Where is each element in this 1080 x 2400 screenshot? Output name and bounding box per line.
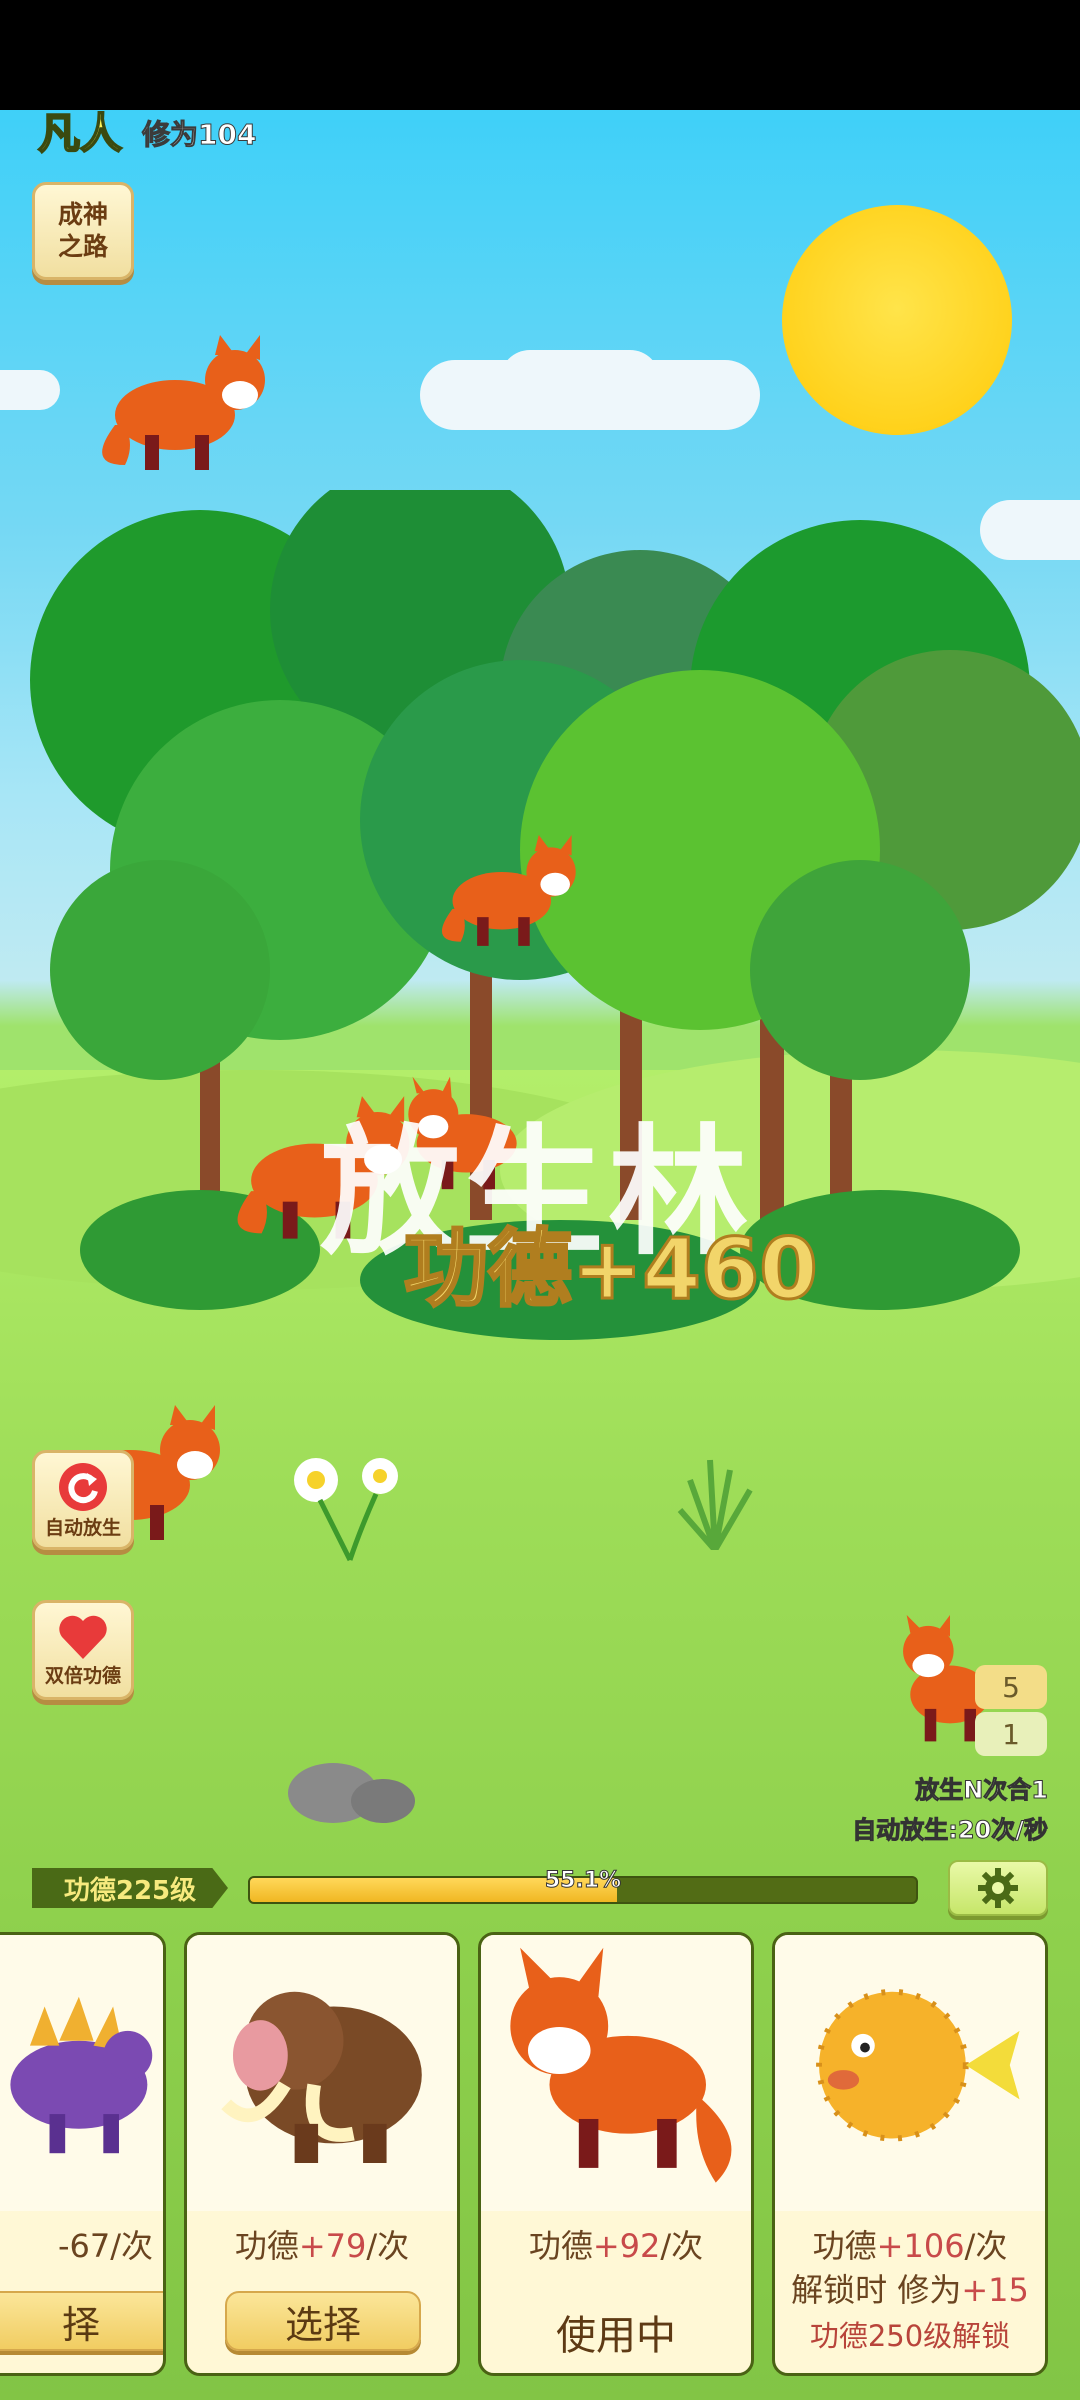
animal-card-strip[interactable]: -67/次 择 功德+79/次 选择 功德+92/次 使用中 功德+106/次 … bbox=[0, 1932, 1080, 2382]
cultivation-value: 修为104 bbox=[141, 118, 257, 152]
fox-count-top: 5 bbox=[975, 1665, 1047, 1709]
cloud bbox=[500, 350, 660, 410]
card-in-use-status: 使用中 bbox=[556, 2313, 676, 2359]
card-cost: 功德+79/次 bbox=[234, 2227, 410, 2265]
fox-sprite bbox=[441, 835, 576, 946]
card-cost: 功德+106/次 bbox=[812, 2227, 1008, 2265]
pufferfish-icon bbox=[775, 1935, 1045, 2211]
rocks bbox=[288, 1763, 415, 1823]
card-cost: -67/次 bbox=[57, 2227, 153, 2265]
road-to-god-button[interactable]: 成神之路 bbox=[32, 182, 134, 280]
player-rank: 凡人 bbox=[37, 108, 123, 159]
status-bar bbox=[0, 0, 1080, 110]
merit-popup: 功德+460 bbox=[403, 1219, 820, 1320]
animal-card-fox[interactable]: 功德+92/次 使用中 bbox=[478, 1932, 754, 2376]
settings-button[interactable] bbox=[948, 1860, 1048, 1916]
animal-card-stegosaurus[interactable]: -67/次 择 bbox=[0, 1932, 166, 2376]
mammoth-icon bbox=[187, 1935, 457, 2211]
auto-release-label: 自动放生 bbox=[44, 1516, 121, 1539]
release-combo-text: 放生N次合1 bbox=[915, 1776, 1049, 1805]
card-select-button[interactable]: 选择 bbox=[225, 2291, 421, 2351]
double-merit-label: 双倍功德 bbox=[44, 1664, 121, 1687]
animal-card-pufferfish[interactable]: 功德+106/次 解锁时 修为+15 功德250级解锁 bbox=[772, 1932, 1048, 2376]
grass-tuft bbox=[677, 1459, 753, 1550]
merit-progress-text: 55.1% bbox=[544, 1868, 622, 1894]
card-unlock-bonus: 解锁时 修为+15 bbox=[791, 2271, 1029, 2309]
animal-card-mammoth[interactable]: 功德+79/次 选择 bbox=[184, 1932, 460, 2376]
fox-icon bbox=[481, 1935, 751, 2211]
flowers bbox=[294, 1458, 398, 1562]
refresh-icon bbox=[59, 1462, 107, 1511]
road-to-god-label: 成神之路 bbox=[57, 200, 108, 261]
heart-icon bbox=[59, 1615, 107, 1659]
auto-rate-text: 自动放生:20次/秒 bbox=[852, 1816, 1049, 1845]
card-unlock-requirement: 功德250级解锁 bbox=[809, 2319, 1011, 2353]
merit-level-badge: 功德225级 bbox=[32, 1868, 228, 1908]
card-cost: 功德+92/次 bbox=[528, 2227, 704, 2265]
cloud bbox=[0, 370, 60, 410]
double-merit-button[interactable]: 双倍功德 bbox=[32, 1600, 134, 1700]
auto-release-button[interactable]: 自动放生 bbox=[32, 1450, 134, 1550]
gear-icon bbox=[978, 1868, 1018, 1908]
sun-icon bbox=[782, 205, 1012, 435]
fox-sprite bbox=[102, 335, 265, 470]
card-select-button[interactable]: 择 bbox=[0, 2291, 163, 2351]
stegosaurus-icon bbox=[0, 1935, 163, 2211]
fox-count-bottom: 1 bbox=[975, 1712, 1047, 1756]
